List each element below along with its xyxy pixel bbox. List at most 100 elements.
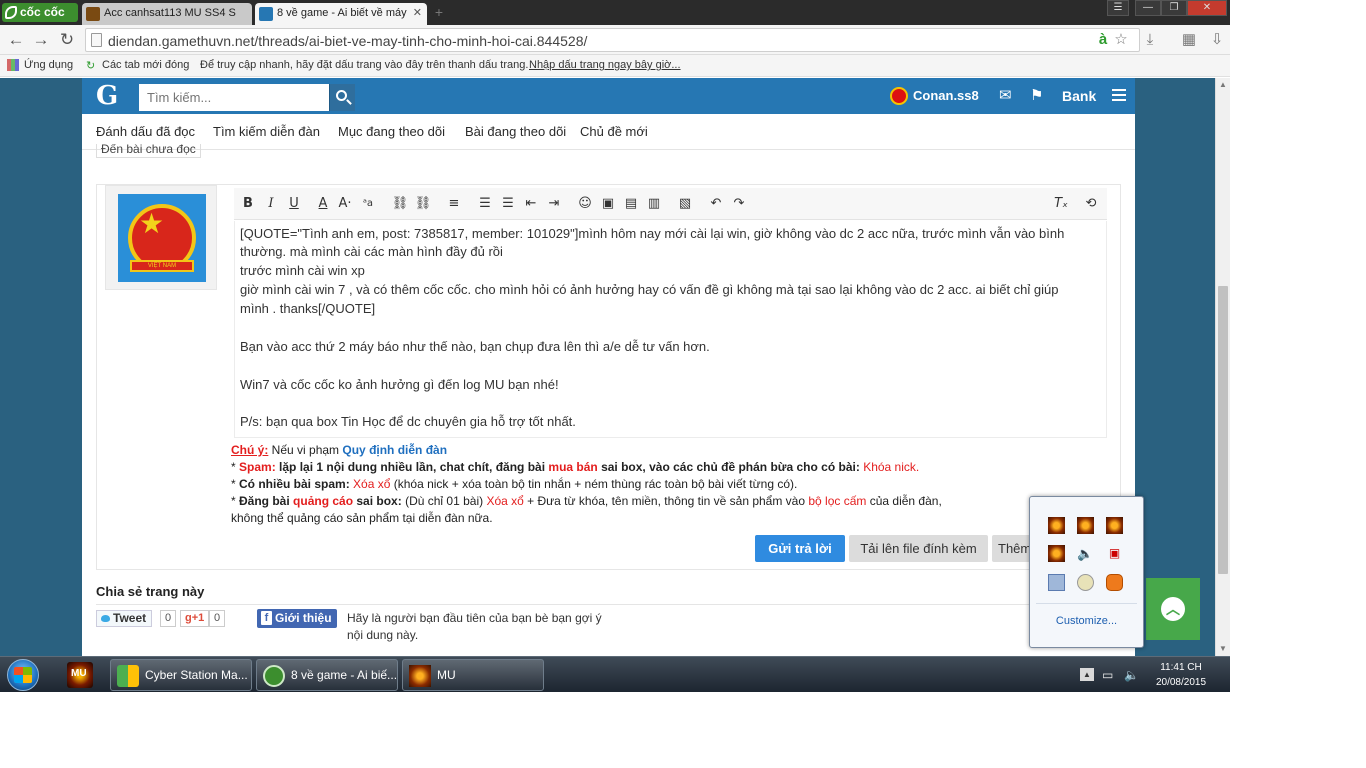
avatar[interactable]: ★ VIỆT NAM — [118, 194, 206, 282]
rule-label: sai box: — [353, 494, 402, 508]
nav-mark-read[interactable]: Đánh dấu đã đọc — [96, 124, 195, 139]
taskbar-clock[interactable]: 11:41 CH 20/08/2015 — [1146, 660, 1216, 690]
rule-text: (khóa nick + xóa toàn bộ tin nhắn + ném … — [390, 477, 798, 491]
site-logo[interactable]: G — [96, 81, 118, 111]
username[interactable]: Conan.ss8 — [913, 88, 979, 103]
scroll-up-arrow-icon[interactable]: ▲ — [1219, 80, 1227, 89]
search-button[interactable] — [329, 84, 355, 111]
volume-icon[interactable]: 🔈 — [1077, 545, 1094, 562]
scrollbar-thumb[interactable] — [1218, 286, 1228, 574]
reply-editor[interactable]: [QUOTE="Tình anh em, post: 7385817, memb… — [234, 221, 1107, 438]
mu-tray-icon[interactable] — [1106, 517, 1123, 534]
messages-icon[interactable]: ✉ — [999, 87, 1012, 105]
mu-pinned-icon[interactable]: MU — [64, 659, 96, 691]
mu-tray-icon[interactable] — [1077, 517, 1094, 534]
volume-tray-icon[interactable]: 🔈 — [1124, 668, 1139, 682]
underline-icon[interactable]: U — [285, 196, 303, 212]
italic-icon[interactable]: I — [262, 196, 280, 212]
coccoc-logo[interactable]: cốc cốc — [2, 3, 78, 22]
alerts-flag-icon[interactable]: ⚑ — [1030, 87, 1043, 105]
app-tray-icon[interactable] — [1048, 574, 1065, 591]
new-tab-icon[interactable]: + — [432, 5, 446, 20]
minimize-icon[interactable]: — — [1135, 0, 1161, 16]
network-error-icon[interactable]: ▣ — [1106, 545, 1123, 562]
bookmark-star-icon[interactable]: ☆ — [1112, 31, 1130, 49]
mu-tray-icon[interactable] — [1048, 545, 1065, 562]
rule-star: * — [231, 477, 240, 491]
search-input[interactable] — [139, 84, 329, 111]
restore-icon[interactable]: ❐ — [1161, 0, 1187, 16]
page-scrollbar[interactable]: ▲ ▼ — [1215, 78, 1230, 656]
qr-code-icon[interactable]: ▦ — [1180, 31, 1198, 49]
redo-icon[interactable]: ↷ — [730, 196, 748, 212]
taskbar-label: 8 về game - Ai biế... — [291, 668, 398, 682]
smilie-icon[interactable]: ☺ — [576, 196, 594, 212]
scroll-to-top-button[interactable]: ︿ — [1146, 578, 1200, 640]
import-bookmarks-link[interactable]: Nhập dấu trang ngay bây giờ... — [529, 59, 681, 71]
gplus-button[interactable]: g+1 — [180, 610, 210, 627]
media-icon[interactable]: ▤ — [622, 196, 640, 212]
tweet-button[interactable]: Tweet — [96, 610, 153, 627]
upload-attachment-button[interactable]: Tải lên file đính kèm — [849, 535, 988, 562]
network-tray-icon[interactable]: ▭ — [1102, 668, 1113, 682]
bullet-list-icon[interactable]: ☰ — [476, 196, 494, 212]
taskbar-mu[interactable]: MU — [402, 659, 544, 691]
show-hidden-icons-icon[interactable]: ▲ — [1080, 668, 1094, 681]
undo-icon[interactable]: ↶ — [707, 196, 725, 212]
nav-watched-posts[interactable]: Bài đang theo dõi — [465, 124, 566, 139]
menu-icon[interactable]: ☰ — [1107, 0, 1129, 16]
user-avatar[interactable] — [890, 87, 908, 105]
address-bar[interactable]: diendan.gamethuvn.net/threads/ai-biet-ve… — [85, 28, 1140, 52]
font-family-icon[interactable]: ᵃa — [359, 196, 377, 212]
close-window-icon[interactable]: ✕ — [1187, 0, 1227, 16]
taskbar-coccoc-window[interactable]: 8 về game - Ai biế... — [256, 659, 398, 691]
editor-line: mình . thanks[/QUOTE] — [240, 301, 376, 316]
insert-more-icon[interactable]: ▥ — [645, 196, 663, 212]
post-reply-button[interactable]: Gửi trả lời — [755, 535, 845, 562]
taskbar-cyber-station[interactable]: Cyber Station Ma... — [110, 659, 252, 691]
image-icon[interactable]: ▣ — [599, 196, 617, 212]
content-area: Đến bài chưa đọc ★ VIỆT NAM B I U A A· ᵃ… — [82, 144, 1135, 656]
customize-link[interactable]: Customize... — [1030, 615, 1143, 627]
hamburger-menu-icon[interactable] — [1112, 89, 1126, 101]
app-tray-icon[interactable] — [1077, 574, 1094, 591]
bank-link[interactable]: Bank — [1062, 88, 1096, 104]
remove-format-icon[interactable]: Tₓ — [1052, 196, 1070, 212]
facebook-recommend-button[interactable]: Giới thiệu — [257, 609, 337, 628]
toggle-bbcode-icon[interactable]: ⟲ — [1082, 196, 1100, 212]
align-icon[interactable]: ≡ — [445, 196, 463, 212]
start-button[interactable] — [3, 658, 43, 692]
bold-icon[interactable]: B — [239, 196, 257, 212]
font-color-icon[interactable]: A — [314, 196, 332, 212]
tab-gamethuvn[interactable]: 8 về game - Ai biết về máy ✕ — [255, 3, 427, 25]
mu-tray-icon[interactable] — [1048, 517, 1065, 534]
app-tray-icon[interactable] — [1106, 574, 1123, 591]
numbered-list-icon[interactable]: ☰ — [499, 196, 517, 212]
apps-link[interactable]: Ứng dụng — [24, 59, 73, 71]
reload-icon[interactable]: ↻ — [58, 31, 76, 49]
save-draft-icon[interactable]: ▧ — [676, 196, 694, 212]
outdent-icon[interactable]: ⇤ — [522, 196, 540, 212]
font-size-icon[interactable]: A· — [336, 196, 354, 212]
forum-rules-link[interactable]: Quy định diễn đàn — [342, 443, 447, 457]
tab-acc[interactable]: Acc canhsat113 MU SS4 S — [82, 3, 252, 25]
coccoc-icon — [263, 665, 285, 687]
apps-icon[interactable] — [7, 59, 19, 71]
forward-icon[interactable]: → — [32, 31, 50, 49]
taskbar-label: Cyber Station Ma... — [145, 668, 248, 682]
nav-new-threads[interactable]: Chủ đề mới — [580, 124, 648, 139]
indent-icon[interactable]: ⇥ — [545, 196, 563, 212]
coccoc-dict-icon[interactable]: à — [1094, 31, 1112, 49]
tab-close-icon[interactable]: ✕ — [413, 3, 422, 24]
unlink-icon[interactable]: ⛓ — [414, 196, 432, 212]
downloads-icon[interactable]: ⇩ — [1208, 31, 1226, 49]
rule-advert: * Đăng bài quảng cáo sai box: (Dù chỉ 01… — [231, 493, 1111, 510]
link-icon[interactable]: ⛓ — [391, 196, 409, 212]
nav-watched-threads[interactable]: Mục đang theo dõi — [338, 124, 445, 139]
unread-posts-tab[interactable]: Đến bài chưa đọc — [96, 144, 201, 158]
recent-tabs-link[interactable]: Các tab mới đóng — [102, 59, 189, 71]
nav-search-forum[interactable]: Tìm kiếm diễn đàn — [213, 124, 320, 139]
download-page-icon[interactable]: ⤓ — [1141, 31, 1159, 49]
back-icon[interactable]: ← — [7, 31, 25, 49]
scroll-down-arrow-icon[interactable]: ▼ — [1219, 644, 1227, 653]
